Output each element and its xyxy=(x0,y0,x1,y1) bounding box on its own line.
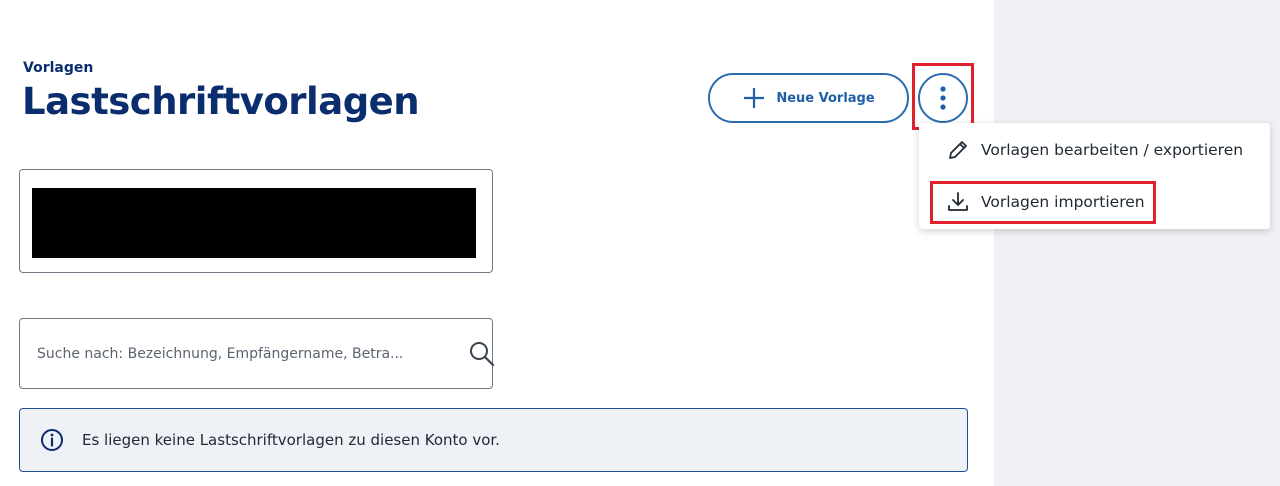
info-icon xyxy=(41,429,63,451)
search-field[interactable] xyxy=(19,318,495,389)
info-message: Es liegen keine Lastschriftvorlagen zu d… xyxy=(82,431,500,449)
download-icon xyxy=(945,189,971,215)
more-vertical-icon xyxy=(940,86,946,110)
breadcrumb[interactable]: Vorlagen xyxy=(23,60,93,76)
menu-item-edit-export[interactable]: Vorlagen bearbeiten / exportieren xyxy=(919,125,1270,175)
new-template-button[interactable]: Neue Vorlage xyxy=(708,73,909,123)
plus-icon xyxy=(744,88,765,108)
page-title: Lastschriftvorlagen xyxy=(22,80,420,123)
menu-item-import-label: Vorlagen importieren xyxy=(981,193,1145,211)
new-template-label: Neue Vorlage xyxy=(776,90,875,106)
menu-item-import[interactable]: Vorlagen importieren xyxy=(919,177,1270,227)
pencil-icon xyxy=(945,137,971,163)
menu-item-edit-export-label: Vorlagen bearbeiten / exportieren xyxy=(981,141,1244,159)
redacted-account-info xyxy=(32,188,476,258)
more-options-button[interactable] xyxy=(918,73,968,123)
side-panel xyxy=(994,0,1280,486)
search-icon[interactable] xyxy=(467,339,497,369)
search-input[interactable] xyxy=(37,345,437,362)
info-banner: Es liegen keine Lastschriftvorlagen zu d… xyxy=(19,408,968,472)
more-options-menu: Vorlagen bearbeiten / exportieren Vorlag… xyxy=(919,123,1270,229)
